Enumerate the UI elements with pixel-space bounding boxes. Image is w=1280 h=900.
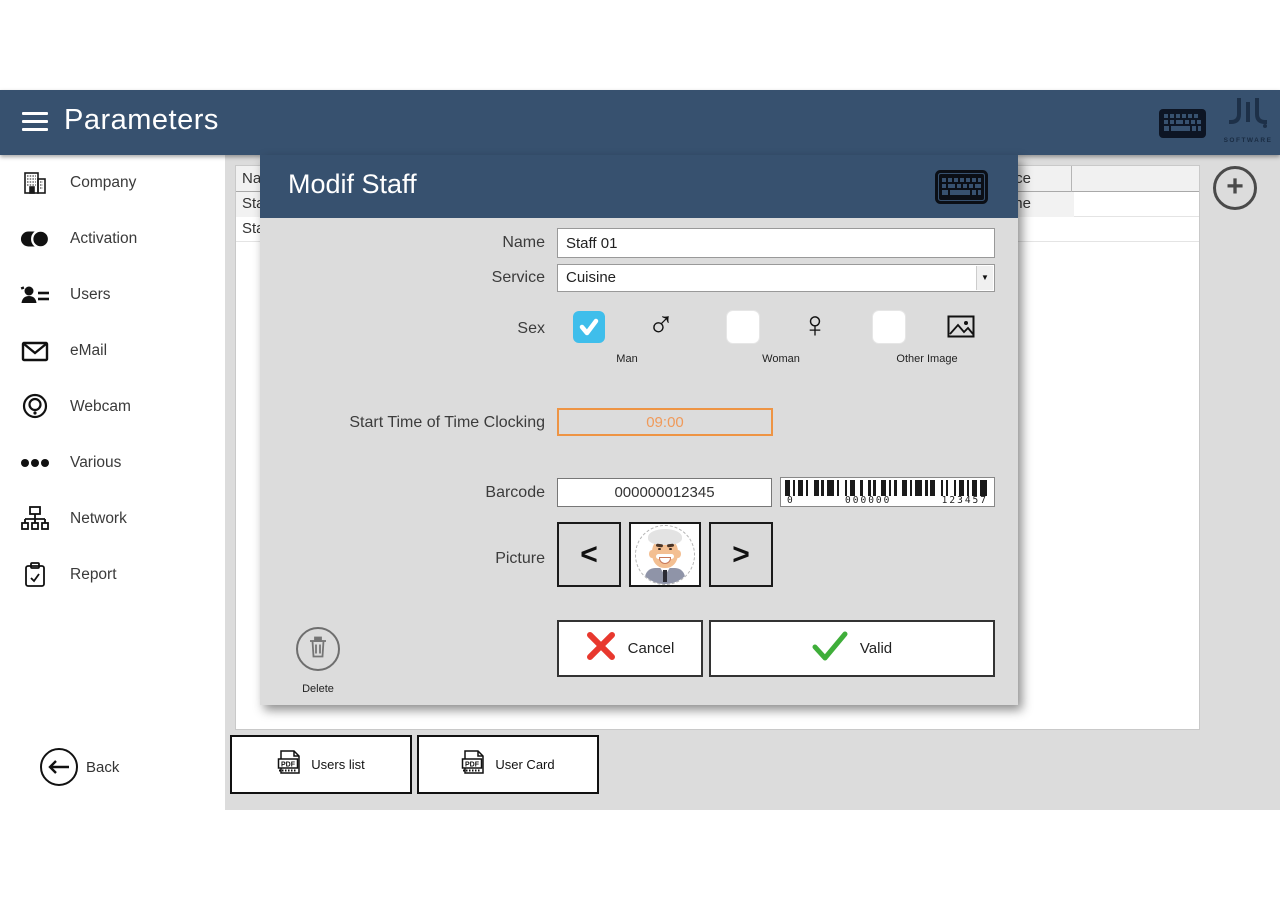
picture-frame (629, 522, 701, 587)
delete-caption: Delete (302, 683, 334, 695)
pdf-button-label: User Card (495, 757, 554, 772)
name-label: Name (260, 234, 545, 252)
barcode-image: 0 000000 123457 (780, 477, 995, 507)
male-symbol-icon: ♂ (647, 303, 675, 347)
sex-option-other-image: Other Image (873, 311, 1005, 373)
app-header: Parameters (0, 90, 1280, 155)
page-title: Parameters (64, 104, 219, 137)
start-time-field[interactable]: 09:00 (557, 408, 773, 436)
valid-button[interactable]: Valid (709, 620, 995, 677)
staff-avatar (635, 525, 695, 585)
picture-next-button[interactable]: > (709, 522, 773, 587)
sidebar-item-label: Webcam (70, 398, 131, 416)
pdf-file-icon: PDF (461, 747, 487, 782)
users-icon (20, 280, 50, 310)
barcode-bars (785, 480, 990, 496)
svg-text:PDF: PDF (465, 762, 480, 769)
cancel-x-icon (586, 631, 616, 666)
image-icon (947, 315, 975, 343)
sex-option-woman: ♀ Woman (727, 311, 859, 373)
sidebar-item-label: Users (70, 286, 110, 304)
sidebar-item-webcam[interactable]: Webcam (0, 379, 225, 435)
various-dots-icon (20, 448, 50, 478)
delete-button[interactable] (296, 627, 340, 671)
cancel-label: Cancel (628, 640, 675, 657)
sidebar-item-label: Various (70, 454, 121, 472)
barcode-input[interactable] (557, 478, 772, 507)
report-clipboard-icon (20, 560, 50, 590)
back-arrow-icon (40, 748, 78, 786)
sidebar-item-label: Company (70, 174, 136, 192)
service-label: Service (260, 269, 545, 287)
sidebar-item-label: Network (70, 510, 127, 528)
plus-icon: + (1226, 172, 1244, 202)
pdf-file-icon: PDF (277, 747, 303, 782)
man-caption: Man (616, 353, 637, 365)
pdf-button-label: Users list (311, 757, 364, 772)
sidebar-item-users[interactable]: Users (0, 267, 225, 323)
svg-text:PDF: PDF (281, 762, 296, 769)
sidebar-item-company[interactable]: Company (0, 155, 225, 211)
other-image-caption: Other Image (896, 353, 957, 365)
network-tree-icon (20, 504, 50, 534)
sidebar-item-label: Activation (70, 230, 137, 248)
sidebar-item-label: Report (70, 566, 117, 584)
cancel-button[interactable]: Cancel (557, 620, 703, 677)
virtual-keyboard-icon[interactable] (1158, 108, 1207, 144)
other-image-checkbox[interactable] (873, 311, 905, 343)
back-label: Back (86, 759, 119, 776)
sidebar-item-label: eMail (70, 342, 107, 360)
webcam-icon (20, 392, 50, 422)
company-building-icon (20, 168, 50, 198)
hamburger-menu-icon[interactable] (22, 112, 48, 132)
chevron-down-icon: ▼ (976, 266, 993, 290)
jyl-software-logo: SOFTWARE (1220, 96, 1276, 150)
logo-caption: SOFTWARE (1220, 137, 1276, 144)
woman-checkbox[interactable] (727, 311, 759, 343)
female-symbol-icon: ♀ (801, 303, 829, 347)
service-dropdown[interactable]: Cuisine ▼ (557, 264, 995, 292)
sex-label: Sex (260, 320, 545, 338)
app-window: Parameters SOFTWARE (0, 0, 1280, 900)
modif-staff-dialog: Modif Staff Name Service Cuisine ▼ (260, 155, 1018, 705)
sidebar-item-network[interactable]: Network (0, 491, 225, 547)
picture-previous-button[interactable]: < (557, 522, 621, 587)
back-button[interactable]: Back (40, 748, 119, 786)
users-list-pdf-button[interactable]: PDF Users list (230, 735, 412, 794)
dialog-header: Modif Staff (260, 155, 1018, 218)
add-user-button[interactable]: + (1213, 166, 1257, 210)
start-time-label: Start Time of Time Clocking (260, 414, 545, 432)
sidebar-item-email[interactable]: eMail (0, 323, 225, 379)
barcode-digits: 0 000000 123457 (785, 496, 990, 506)
activation-toggle-icon (20, 224, 50, 254)
virtual-keyboard-icon[interactable] (935, 170, 988, 209)
barcode-label: Barcode (260, 484, 545, 502)
sidebar: Company Activation Users (0, 155, 225, 810)
trash-icon (308, 636, 328, 663)
sidebar-item-activation[interactable]: Activation (0, 211, 225, 267)
picture-label: Picture (260, 550, 545, 568)
check-icon (812, 631, 848, 666)
man-checkbox[interactable] (573, 311, 605, 343)
user-card-pdf-button[interactable]: PDF User Card (417, 735, 599, 794)
service-selected-value: Cuisine (566, 269, 616, 286)
sidebar-item-report[interactable]: Report (0, 547, 225, 603)
name-input[interactable] (557, 228, 995, 258)
email-envelope-icon (20, 336, 50, 366)
sex-option-man: ♂ Man (573, 311, 705, 373)
woman-caption: Woman (762, 353, 800, 365)
dialog-title: Modif Staff (288, 169, 417, 200)
valid-label: Valid (860, 640, 892, 657)
sidebar-item-various[interactable]: Various (0, 435, 225, 491)
